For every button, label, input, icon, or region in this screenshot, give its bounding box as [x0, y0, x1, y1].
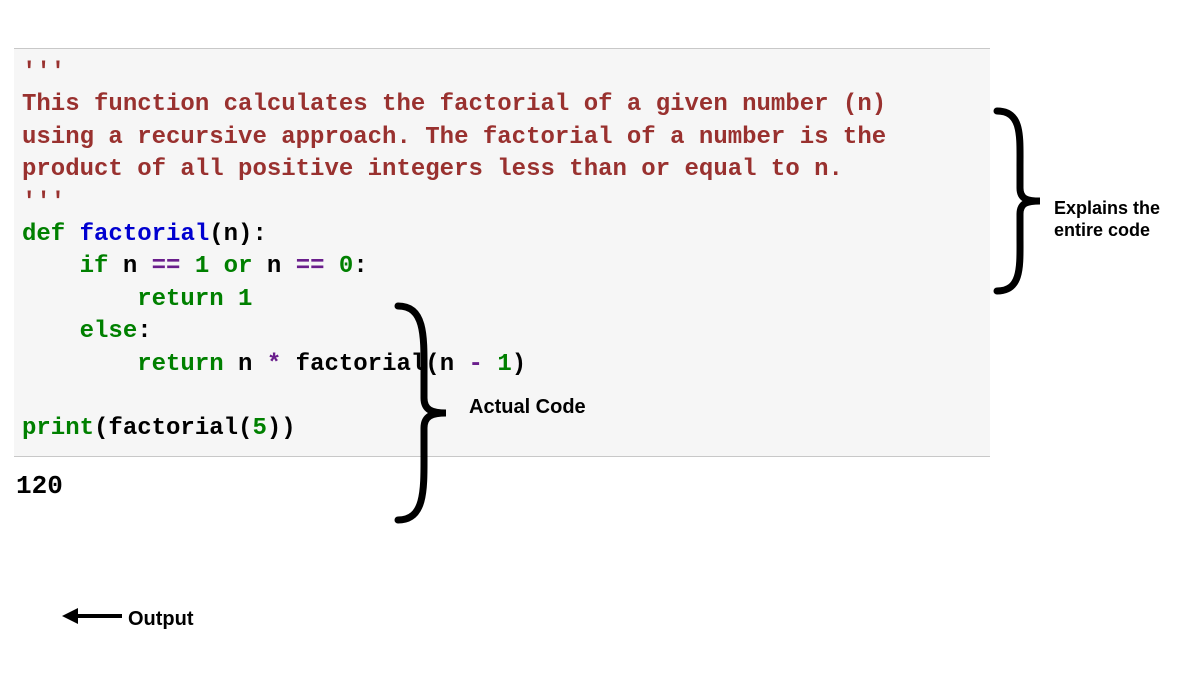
arrow-icon [62, 603, 124, 634]
colon: : [137, 318, 151, 345]
num: 1 [195, 253, 209, 280]
brace-icon [992, 106, 1052, 296]
docstring-line: using a recursive approach. The factoria… [22, 124, 886, 151]
call: factorial(n [296, 351, 454, 378]
colon: : [353, 253, 367, 280]
paren: ) [512, 351, 526, 378]
docstring-line: This function calculates the factorial o… [22, 91, 886, 118]
var: n [267, 253, 281, 280]
op-eq: == [296, 253, 325, 280]
kw-return: return [137, 351, 223, 378]
annotation-explains: Explains the entire code [1054, 198, 1200, 241]
num: 1 [497, 351, 511, 378]
docstring-close: ''' [22, 189, 65, 216]
docstring-line: product of all positive integers less th… [22, 156, 843, 183]
docstring-open: ''' [22, 59, 65, 86]
var: n [238, 351, 252, 378]
op-eq: == [152, 253, 181, 280]
op-star: * [267, 351, 281, 378]
num: 0 [339, 253, 353, 280]
kw-def: def [22, 221, 65, 248]
op-minus: - [469, 351, 483, 378]
kw-return: return [137, 286, 223, 313]
num: 5 [252, 415, 266, 442]
annotation-output: Output [128, 608, 194, 631]
kw-or: or [224, 253, 253, 280]
kw-if: if [80, 253, 109, 280]
kw-else: else [80, 318, 138, 345]
output-value: 120 [16, 471, 1200, 501]
num: 1 [238, 286, 252, 313]
signature: (n): [209, 221, 267, 248]
print-close: )) [267, 415, 296, 442]
func-name: factorial [80, 221, 210, 248]
builtin-print: print [22, 415, 94, 442]
var: n [123, 253, 137, 280]
annotation-actual: Actual Code [469, 396, 586, 419]
print-arg-open: (factorial( [94, 415, 252, 442]
